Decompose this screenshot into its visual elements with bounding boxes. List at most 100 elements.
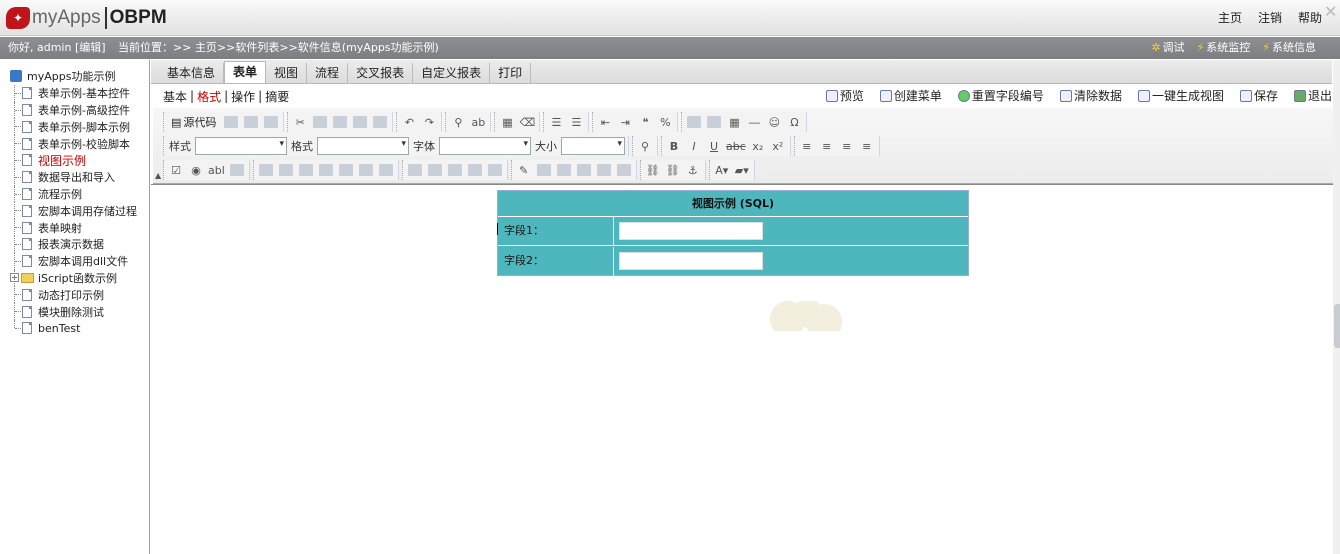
tree-item[interactable]: 宏脚本调用dll文件 <box>0 252 149 270</box>
clear-data-button[interactable]: 清除数据 <box>1059 87 1122 104</box>
template-icon[interactable] <box>262 113 280 131</box>
field1-input[interactable] <box>619 222 763 240</box>
tab-field-icon[interactable] <box>466 161 484 179</box>
smiley-icon[interactable]: ☺ <box>765 113 783 131</box>
unlink-icon[interactable]: ⛓ <box>664 161 682 179</box>
outdent-icon[interactable]: ⇤ <box>596 113 614 131</box>
subscript-icon[interactable]: x₂ <box>749 137 767 155</box>
date-field-icon[interactable] <box>277 161 295 179</box>
textarea-icon[interactable] <box>228 161 246 179</box>
div-icon[interactable]: % <box>656 113 674 131</box>
format-select[interactable] <box>317 137 409 155</box>
align-right-icon[interactable]: ≡ <box>838 137 856 155</box>
cut-icon[interactable]: ✂ <box>291 113 309 131</box>
tree-item[interactable]: 表单示例-校验脚本 <box>0 135 149 152</box>
subtab-summary[interactable]: 摘要 <box>263 88 291 105</box>
form-design-canvas[interactable]: 视图示例 (SQL) 字段1： 字段2： <box>151 184 1340 554</box>
user-field-icon[interactable] <box>297 161 315 179</box>
indent-icon[interactable]: ⇥ <box>616 113 634 131</box>
underline-icon[interactable]: U <box>705 137 723 155</box>
department-field-icon[interactable] <box>317 161 335 179</box>
textfield-icon[interactable]: abl <box>207 161 226 179</box>
tab-form[interactable]: 表单 <box>224 61 267 83</box>
eraser-icon[interactable]: ⌫ <box>518 113 536 131</box>
paste-icon[interactable] <box>331 113 349 131</box>
replace-icon[interactable]: ab <box>469 113 487 131</box>
zoom-icon[interactable]: ⚲ <box>636 137 654 155</box>
tab-flow[interactable]: 流程 <box>307 63 349 83</box>
horizontal-rule-icon[interactable]: ― <box>745 113 763 131</box>
tree-item[interactable]: 报表演示数据 <box>0 235 149 253</box>
close-icon[interactable]: ✕ <box>1324 4 1340 20</box>
media-icon[interactable] <box>555 161 573 179</box>
flash-icon[interactable] <box>705 113 723 131</box>
tree-item[interactable]: 表单示例-基本控件 <box>0 84 149 102</box>
subform-icon[interactable] <box>406 161 424 179</box>
tree-item[interactable]: benTest <box>0 319 149 337</box>
tree-folder[interactable]: + iScript函数示例 <box>0 269 149 287</box>
select-all-icon[interactable]: ▦ <box>498 113 516 131</box>
include-icon[interactable] <box>426 161 444 179</box>
widget-icon[interactable] <box>595 161 613 179</box>
tab-custom-report[interactable]: 自定义报表 <box>413 63 491 83</box>
exit-button[interactable]: 退出 <box>1293 87 1332 104</box>
form-control-icon[interactable] <box>257 161 275 179</box>
weboffice-icon[interactable] <box>615 161 633 179</box>
subtab-basic[interactable]: 基本 <box>161 88 189 105</box>
numbered-list-icon[interactable]: ☰ <box>547 113 565 131</box>
tree-item[interactable]: 表单示例-高级控件 <box>0 101 149 119</box>
radio-field-icon[interactable]: ◉ <box>187 161 205 179</box>
tree-item[interactable]: 表单示例-脚本示例 <box>0 118 149 136</box>
strikethrough-icon[interactable]: abc <box>725 137 747 155</box>
save-button[interactable]: 保存 <box>1239 87 1278 104</box>
paste-word-icon[interactable] <box>371 113 389 131</box>
collapse-toolbar-icon[interactable]: ▲ <box>155 171 161 180</box>
preview-button[interactable]: 预览 <box>825 87 864 104</box>
style-select[interactable] <box>195 137 287 155</box>
system-monitor-button[interactable]: ⚡ 系统监控 <box>1197 37 1251 59</box>
align-center-icon[interactable]: ≡ <box>818 137 836 155</box>
tree-root[interactable]: myApps功能示例 <box>0 68 149 85</box>
anchor-icon[interactable]: ⚓ <box>684 161 702 179</box>
system-info-button[interactable]: ⚡ 系统信息 <box>1262 37 1316 59</box>
nav-help-link[interactable]: 帮助 <box>1298 9 1322 26</box>
gallery-icon[interactable] <box>575 161 593 179</box>
image-icon[interactable] <box>685 113 703 131</box>
view-field-icon[interactable] <box>446 161 464 179</box>
special-char-icon[interactable]: Ω <box>785 113 803 131</box>
subtab-actions[interactable]: 操作 <box>229 88 257 105</box>
tree-item[interactable]: 动态打印示例 <box>0 286 149 304</box>
debug-button[interactable]: ✲ 调试 <box>1151 37 1184 59</box>
tree-item[interactable]: 流程示例 <box>0 185 149 203</box>
background-color-icon[interactable]: ▰▾ <box>733 161 751 179</box>
blockquote-icon[interactable]: ❝ <box>636 113 654 131</box>
redo-icon[interactable]: ↷ <box>420 113 438 131</box>
attachment-field-icon[interactable] <box>357 161 375 179</box>
source-code-button[interactable]: ▤ 源代码 <box>167 113 220 131</box>
font-select[interactable] <box>439 137 531 155</box>
bold-icon[interactable]: B <box>665 137 683 155</box>
find-icon[interactable]: ⚲ <box>449 113 467 131</box>
preview-doc-icon[interactable] <box>242 113 260 131</box>
field2-input[interactable] <box>619 252 763 270</box>
subtab-format[interactable]: 格式 <box>195 88 223 105</box>
nav-logout-link[interactable]: 注销 <box>1258 9 1282 26</box>
size-select[interactable] <box>561 137 625 155</box>
checkbox-field-icon[interactable]: ☑ <box>167 161 185 179</box>
table-icon[interactable]: ▦ <box>725 113 743 131</box>
copy-icon[interactable] <box>311 113 329 131</box>
tab-view[interactable]: 视图 <box>266 63 308 83</box>
tree-item[interactable]: 模块删除测试 <box>0 303 149 320</box>
tree-item[interactable]: 数据导出和导入 <box>0 168 149 186</box>
italic-icon[interactable]: I <box>685 137 703 155</box>
greeting-text[interactable]: 你好, admin [编辑] <box>8 37 106 59</box>
button-field-icon[interactable] <box>377 161 395 179</box>
generate-view-button[interactable]: 一键生成视图 <box>1137 87 1224 104</box>
tab-basic-info[interactable]: 基本信息 <box>159 63 225 83</box>
create-menu-button[interactable]: 创建菜单 <box>879 87 942 104</box>
tab-cross-report[interactable]: 交叉报表 <box>348 63 414 83</box>
tab-print[interactable]: 打印 <box>490 63 532 83</box>
report-field-icon[interactable] <box>486 161 504 179</box>
text-color-icon[interactable]: A▾ <box>713 161 731 179</box>
image-upload-icon[interactable] <box>535 161 553 179</box>
